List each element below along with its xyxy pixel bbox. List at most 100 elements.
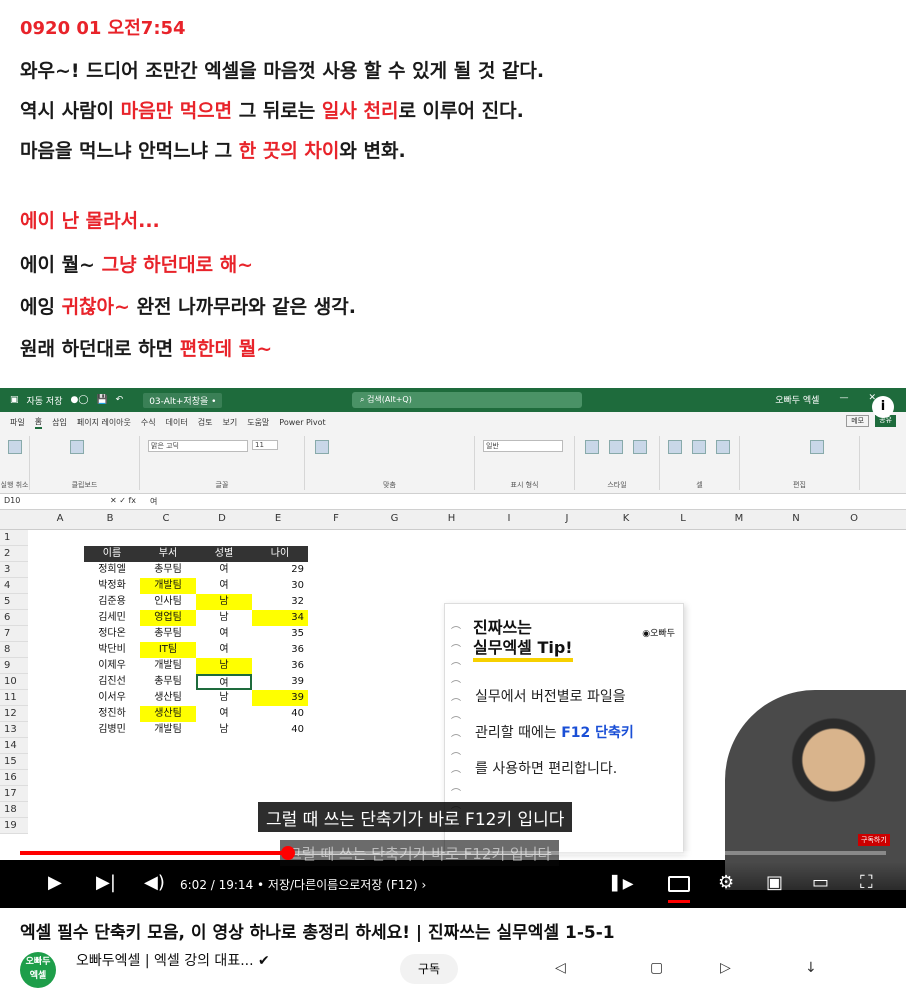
undo-icon[interactable] [8,440,22,454]
table-cell[interactable]: 36 [252,658,308,674]
fullscreen-icon[interactable]: ⛶ [860,872,873,893]
row-header[interactable]: 15 [0,754,28,770]
table-cell[interactable]: 여 [196,626,252,642]
column-header[interactable]: J [538,513,596,524]
row-header[interactable]: 7 [0,626,28,642]
row-header[interactable]: 16 [0,770,28,786]
table-cell[interactable]: 35 [252,626,308,642]
tab-powerpivot[interactable]: Power Pivot [279,418,325,427]
tab-view[interactable]: 보기 [222,417,237,428]
tab-help[interactable]: 도움말 [247,417,269,428]
cell-style-icon[interactable] [633,440,647,454]
align-icon[interactable] [315,440,329,454]
minimize-icon[interactable]: — [839,393,848,406]
row-header[interactable]: 2 [0,546,28,562]
table-header-cell[interactable]: 나이 [252,546,308,562]
table-cell[interactable]: 여 [196,578,252,594]
name-box[interactable]: D10 [4,496,84,505]
table-cell[interactable]: 박단비 [84,642,140,658]
table-cell[interactable]: 이서우 [84,690,140,706]
table-cell[interactable]: 29 [252,562,308,578]
row-header[interactable]: 14 [0,738,28,754]
table-cell[interactable]: 총무팀 [140,562,196,578]
table-cell[interactable]: 총무팀 [140,626,196,642]
tab-data[interactable]: 데이터 [166,417,188,428]
row-header[interactable]: 17 [0,786,28,802]
column-header[interactable]: L [656,513,710,524]
row-header[interactable]: 3 [0,562,28,578]
table-cell[interactable]: 김진선 [84,674,140,690]
row-header[interactable]: 12 [0,706,28,722]
table-cell[interactable]: 정희엘 [84,562,140,578]
miniplayer-icon[interactable]: ▣ [766,872,783,893]
settings-icon[interactable]: ⚙ [718,872,734,893]
table-cell[interactable]: 남 [196,722,252,738]
paste-icon[interactable] [70,440,84,454]
play-icon[interactable]: ▶ [48,872,62,893]
row-header[interactable]: 10 [0,674,28,690]
table-cell[interactable]: 인사팀 [140,594,196,610]
undo-icon[interactable]: ↶ [116,395,124,405]
row-header[interactable]: 19 [0,818,28,834]
table-cell[interactable]: 39 [252,674,308,690]
row-header[interactable]: 18 [0,802,28,818]
progress-bar[interactable] [20,846,886,860]
info-icon[interactable]: i [872,396,894,418]
column-header[interactable]: K [596,513,656,524]
column-header[interactable]: H [423,513,480,524]
column-header[interactable]: B [82,513,138,524]
autoplay-toggle[interactable]: ▌▶ [612,876,634,892]
table-cell[interactable]: 남 [196,610,252,626]
tab-file[interactable]: 파일 [10,417,25,428]
row-header[interactable]: 13 [0,722,28,738]
table-cell[interactable]: 36 [252,642,308,658]
row-header[interactable]: 1 [0,530,28,546]
column-header[interactable]: F [306,513,366,524]
delete-icon[interactable] [692,440,706,454]
font-size-select[interactable]: 11 [252,440,278,450]
tab-insert[interactable]: 삽입 [52,417,67,428]
table-cell[interactable]: 39 [252,690,308,706]
column-header[interactable]: C [138,513,194,524]
subscribe-button[interactable]: 구독 [400,954,458,984]
tab-review[interactable]: 검토 [198,417,213,428]
font-select[interactable]: 맑은 고딕 [148,440,248,452]
save-icon[interactable]: ▢ [650,960,663,976]
subscribe-badge[interactable]: 구독하기 [858,834,890,846]
column-header[interactable]: M [710,513,768,524]
next-icon[interactable]: ▶| [96,872,116,893]
find-icon[interactable] [810,440,824,454]
video-player[interactable]: ▣ 자동 저장 ●◯ 💾 ↶ 03-Alt+저창을 • ⌕ 검색(Alt+Q) 오빠두 … [0,388,906,908]
table-cell[interactable]: 영업팀 [140,610,196,626]
conditional-format-icon[interactable] [585,440,599,454]
table-cell[interactable]: 34 [252,610,308,626]
column-header[interactable]: N [768,513,824,524]
row-header[interactable]: 6 [0,610,28,626]
row-header[interactable]: 11 [0,690,28,706]
table-cell[interactable]: 정다온 [84,626,140,642]
table-cell[interactable]: 개발팀 [140,722,196,738]
table-format-icon[interactable] [609,440,623,454]
channel-avatar[interactable]: 오빠두 엑셀 [20,952,56,988]
save-icon[interactable]: 💾 [96,395,107,405]
subtitles-button[interactable] [668,876,690,903]
memo-button[interactable]: 메모 [846,415,870,427]
table-cell[interactable]: 여 [196,706,252,722]
row-header[interactable]: 8 [0,642,28,658]
table-header-cell[interactable]: 이름 [84,546,140,562]
like-icon[interactable]: ◁ [555,960,566,976]
table-cell[interactable]: 총무팀 [140,674,196,690]
formula-input[interactable]: 여 [150,496,157,507]
table-cell[interactable]: 정진하 [84,706,140,722]
column-header[interactable]: I [480,513,538,524]
column-header[interactable]: G [366,513,423,524]
table-cell[interactable]: 30 [252,578,308,594]
row-header[interactable]: 9 [0,658,28,674]
table-header-cell[interactable]: 부서 [140,546,196,562]
table-cell[interactable]: 개발팀 [140,578,196,594]
table-cell[interactable]: 김세민 [84,610,140,626]
table-cell[interactable]: 여 [196,562,252,578]
table-cell[interactable]: 생산팀 [140,706,196,722]
volume-icon[interactable]: ◀) [144,872,165,893]
table-cell[interactable]: 김병민 [84,722,140,738]
